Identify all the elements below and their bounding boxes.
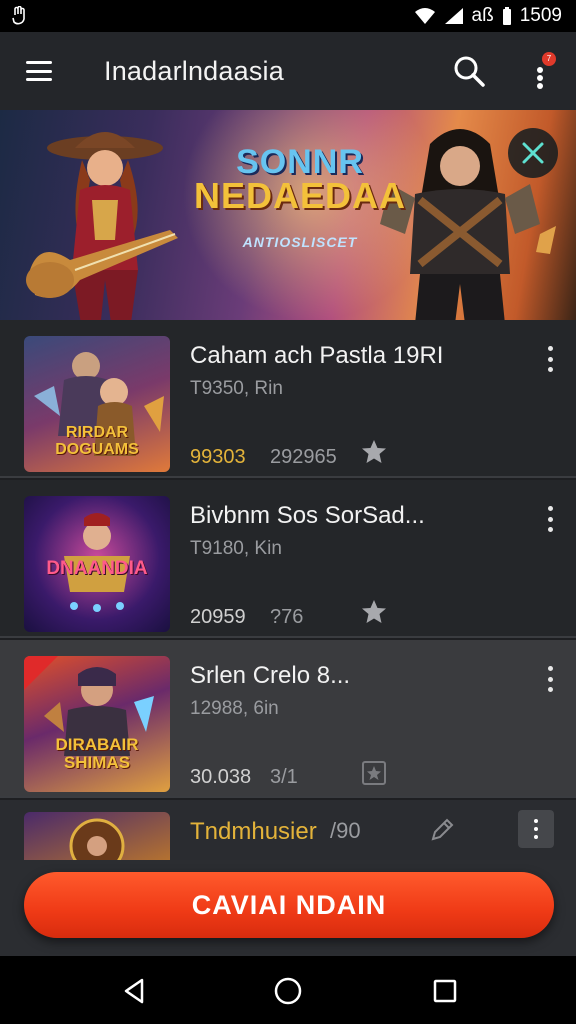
game-title: Caham ach Pastla 19RI <box>190 342 444 369</box>
game-stat-primary: 99303 <box>190 446 246 468</box>
game-list-item[interactable]: Tndmhusier /90 <box>0 800 576 860</box>
recents-icon[interactable] <box>430 976 460 1006</box>
menu-button[interactable] <box>22 56 56 86</box>
cta-container: CAVIAI NDAIN <box>0 860 576 956</box>
game-stat-secondary: 3/1 <box>270 766 298 788</box>
game-stat-primary: 30.038 <box>190 766 252 788</box>
game-subtitle: 12988, 6in <box>190 698 279 719</box>
game-thumbnail: DIRABAIR SHIMAS <box>24 656 170 792</box>
game-art-image <box>69 818 125 860</box>
game-stat-secondary: 292965 <box>270 446 337 468</box>
banner-logo: SONNR NEDAEDAA ANTIOSLISCET <box>190 143 410 250</box>
pencil-icon[interactable] <box>428 816 456 844</box>
notification-badge: 7 <box>542 52 556 66</box>
game-thumbnail <box>24 812 170 860</box>
app-bar: Inadarlndaasia 7 <box>0 32 576 110</box>
game-stat-primary: 20959 <box>190 606 246 628</box>
close-icon <box>522 142 544 164</box>
game-thumbnail: RIRDAR DOGUAMS <box>24 336 170 472</box>
banner-title-line1: SONNR <box>236 143 364 181</box>
thumbnail-title: RIRDAR DOGUAMS <box>55 424 139 458</box>
banner-title-line2: NEDAEDAA <box>193 175 406 216</box>
item-more-button[interactable] <box>540 346 560 372</box>
battery-icon <box>502 7 511 25</box>
wifi-icon <box>414 8 435 24</box>
game-stat-secondary: /90 <box>330 818 361 843</box>
system-nav-bar <box>0 956 576 1024</box>
home-icon[interactable] <box>273 976 303 1006</box>
promo-banner[interactable]: SONNR NEDAEDAA ANTIOSLISCET <box>0 110 576 320</box>
game-subtitle: T9180, Kin <box>190 538 282 559</box>
game-thumbnail: DNAANDIA <box>24 496 170 632</box>
cowgirl-guitarist-illustration <box>26 132 178 320</box>
status-text: aß <box>471 5 494 26</box>
signal-icon <box>444 8 463 24</box>
game-list-item[interactable]: DIRABAIR SHIMAS Srlen Crelo 8... 12988, … <box>0 640 576 798</box>
status-time: 1509 <box>519 5 562 26</box>
banner-close-button[interactable] <box>508 128 558 178</box>
primary-cta-button[interactable]: CAVIAI NDAIN <box>24 872 554 938</box>
star-icon[interactable] <box>360 598 388 626</box>
thumbnail-title: DIRABAIR SHIMAS <box>55 735 139 772</box>
item-more-button[interactable] <box>540 666 560 692</box>
game-title: Srlen Crelo 8... <box>190 662 351 689</box>
thumbnail-title: DNAANDIA <box>46 558 148 579</box>
item-more-button[interactable] <box>518 810 554 848</box>
game-list-item[interactable]: DNAANDIA Bivbnm Sos SorSad... T9180, Kin… <box>0 480 576 638</box>
game-subtitle: T9350, Rin <box>190 378 283 399</box>
banner-subtitle: ANTIOSLISCET <box>242 234 358 250</box>
search-icon[interactable] <box>452 54 486 88</box>
hand-icon <box>12 6 25 25</box>
star-icon[interactable] <box>360 438 388 466</box>
hamburger-icon <box>26 61 52 64</box>
overflow-menu-button[interactable]: 7 <box>530 52 556 92</box>
bookmark-icon[interactable] <box>360 758 388 786</box>
item-more-button[interactable] <box>540 506 560 532</box>
back-icon[interactable] <box>120 976 150 1006</box>
app-title: Inadarlndaasia <box>104 56 284 86</box>
status-bar: aß 1509 <box>0 0 576 32</box>
game-stat-secondary: ?76 <box>270 606 304 628</box>
game-list-item[interactable]: RIRDAR DOGUAMS Caham ach Pastla 19RI T93… <box>0 320 576 478</box>
game-title: Tndmhusier <box>190 818 317 845</box>
game-title: Bivbnm Sos SorSad... <box>190 502 425 529</box>
